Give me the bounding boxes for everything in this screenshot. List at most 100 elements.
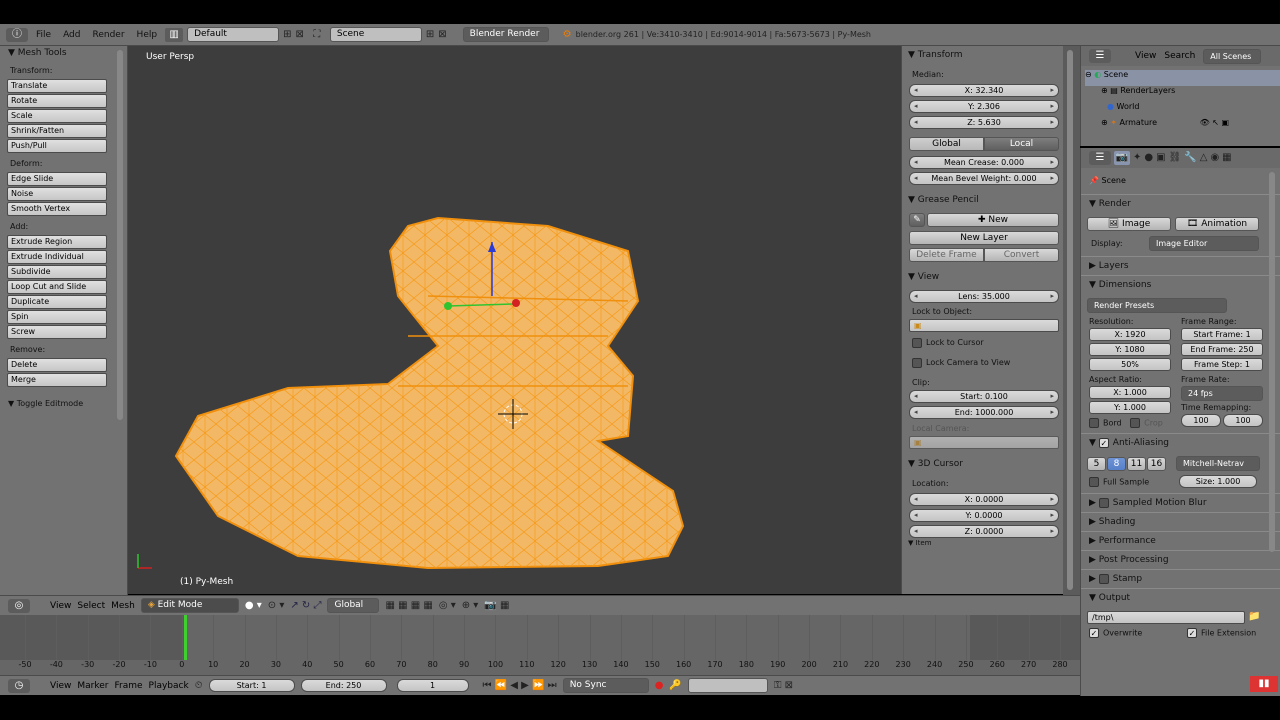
loop-cut-and-slide-button[interactable]: Loop Cut and Slide [7,280,107,294]
lens-field[interactable]: ◂ Lens: 35.000 ▸ [909,290,1059,303]
dimensions-panel-header[interactable]: ▼ Dimensions [1081,275,1280,294]
render-tab-icon[interactable]: 📷 [1114,151,1130,165]
subdivide-button[interactable]: Subdivide [7,265,107,279]
render-panel-header[interactable]: ▼ Render [1081,194,1280,213]
aa-filter-select[interactable]: Mitchell-Netrav [1176,456,1260,471]
screw-button[interactable]: Screw [7,325,107,339]
lock-object-field[interactable]: ▣ [909,319,1059,332]
timeline-editor-icon[interactable]: ◷ [8,678,30,693]
mean-bevel-field[interactable]: ◂ Mean Bevel Weight: 0.000 ▸ [909,172,1059,185]
constraints-tab-icon[interactable]: ⛓ [1169,151,1182,165]
layer-icons[interactable]: ▦ ▦ ▦ ▦ [385,599,432,613]
timeline-end-field[interactable]: End: 250 [300,679,387,692]
aa-samples-8[interactable]: 8 [1107,456,1126,471]
motion-blur-panel-header[interactable]: ▶ Sampled Motion Blur [1081,493,1280,512]
performance-panel-header[interactable]: ▶ Performance [1081,531,1280,550]
mesh-object[interactable] [128,46,901,594]
material-tab-icon[interactable]: ◉ [1210,151,1219,165]
keying-set-field[interactable] [687,678,768,693]
sync-select[interactable]: No Sync [562,678,649,693]
display-select[interactable]: Image Editor [1149,236,1259,251]
local-toggle[interactable]: Local [984,137,1059,151]
insert-key-icon[interactable]: ⚿ ⊠ [774,679,793,693]
playback-controls-icons[interactable]: ⏮ ⏪ ◀ ▶ ⏩ ⏭ [483,679,557,693]
smooth-vertex-button[interactable]: Smooth Vertex [7,202,107,216]
clip-start-field[interactable]: ◂ Start: 0.100 ▸ [909,390,1059,403]
preview-range-icon[interactable]: ⏲ [195,679,203,693]
layout-field[interactable]: Default [187,27,280,42]
remove-scene-icon[interactable]: ⊠ [438,28,446,42]
frame-rate-select[interactable]: 24 fps [1181,386,1263,401]
mesh-tools-header[interactable]: ▼ Mesh Tools [0,46,127,60]
aspect-x-field[interactable]: X: 1.000 [1089,386,1171,399]
stamp-panel-header[interactable]: ▶ Stamp [1081,569,1280,588]
manipulator-icons[interactable]: ↗ ↻ ⤢ [290,599,321,613]
delete-frame-button[interactable]: Delete Frame [909,248,984,262]
aa-samples-11[interactable]: 11 [1127,456,1146,471]
mode-select[interactable]: ◈ Edit Mode [140,598,239,613]
modifiers-tab-icon[interactable]: 🔧 [1184,151,1196,165]
playback-menu[interactable]: Playback [149,681,189,691]
display-mode-select[interactable]: All Scenes [1203,48,1262,64]
folder-icon[interactable]: 📁 [1248,610,1260,624]
mean-crease-field[interactable]: ◂ Mean Crease: 0.000 ▸ [909,156,1059,169]
overwrite-check[interactable]: ✓ Overwrite [1089,628,1177,638]
layers-panel-header[interactable]: ▶ Layers [1081,256,1280,275]
outliner-view-menu[interactable]: View [1135,51,1156,61]
merge-button[interactable]: Merge [7,373,107,387]
mesh-menu[interactable]: Mesh [111,601,135,611]
shading-icon[interactable]: ● ▾ [245,599,262,613]
outliner-item-armature[interactable]: ⊕ ✦ Armature 👁 ↖ ▣ [1085,118,1280,134]
render-animation-button[interactable]: 🎞 Animation [1175,217,1259,231]
orientation-select[interactable]: Global [327,598,380,613]
toggle-editmode-panel[interactable]: ▼ Toggle Editmode [0,397,127,410]
output-path-field[interactable]: /tmp\ [1087,610,1245,624]
outliner-item-world[interactable]: ● World [1085,102,1280,118]
remap-new-field[interactable]: 100 [1223,414,1263,427]
render-presets-select[interactable]: Render Presets [1087,298,1227,313]
shading-panel-header[interactable]: ▶ Shading [1081,512,1280,531]
push-pull-button[interactable]: Push/Pull [7,139,107,153]
object-tab-icon[interactable]: ▣ [1156,151,1165,165]
duplicate-button[interactable]: Duplicate [7,295,107,309]
current-frame-indicator[interactable] [184,615,187,660]
crop-check[interactable] [1130,418,1141,428]
scale-button[interactable]: Scale [7,109,107,123]
scene-field[interactable]: Scene [329,27,422,42]
outliner-item-renderlayers[interactable]: ⊕ ▤ RenderLayers [1085,86,1280,102]
border-check[interactable] [1089,418,1099,428]
properties-editor-icon[interactable]: ☰ [1089,151,1111,165]
toolshelf-scrollbar[interactable] [117,50,123,420]
convert-button[interactable]: Convert [984,248,1059,262]
median-z-field[interactable]: ◂ Z: 5.630 ▸ [909,116,1059,129]
pin-icon[interactable]: 📌 [1089,176,1099,185]
shrink-fatten-button[interactable]: Shrink/Fatten [7,124,107,138]
timeline-area[interactable]: -50 -40 -30 -20 -10 0 10 20 30 40 50 60 70 80 90 100 110… [0,615,1080,675]
anti-aliasing-check[interactable]: ✓ [1098,437,1109,448]
end-frame-field[interactable]: End Frame: 250 [1181,343,1263,356]
aa-samples-5[interactable]: 5 [1087,456,1106,471]
new-layer-button[interactable]: New Layer [909,231,1059,245]
median-y-field[interactable]: ◂ Y: 2.306 ▸ [909,100,1059,113]
filter-size-field[interactable]: Size: 1.000 [1179,475,1257,488]
noise-button[interactable]: Noise [7,187,107,201]
npanel-scrollbar[interactable] [1067,50,1073,590]
remap-old-field[interactable]: 100 [1181,414,1221,427]
cursor-x-field[interactable]: ◂ X: 0.0000 ▸ [909,493,1059,506]
remove-layout-icon[interactable]: ⊠ [295,28,303,42]
3d-view-editor-icon[interactable]: ◎ [8,598,30,613]
global-toggle[interactable]: Global [909,137,984,151]
median-x-field[interactable]: ◂ X: 32.340 ▸ [909,84,1059,97]
outliner-item-scene[interactable]: ⊖ ◐ Scene [1085,70,1280,86]
lock-camera-check[interactable]: Lock Camera to View [902,356,1063,370]
proportional-edit-icon[interactable]: ◎ ▾ [439,599,456,613]
resolution-x-field[interactable]: X: 1920 [1089,328,1171,341]
grease-pencil-icon[interactable]: ✎ [909,213,925,227]
scene-tab-icon[interactable]: ✦ [1133,151,1141,165]
file-extension-check[interactable]: ✓ File Extension [1187,628,1256,638]
cursor-z-field[interactable]: ◂ Z: 0.0000 ▸ [909,525,1059,538]
extrude-region-button[interactable]: Extrude Region [7,235,107,249]
local-camera-field[interactable]: ▣ [909,436,1059,449]
visibility-icon[interactable]: 👁 ↖ ▣ [1200,118,1230,127]
grease-pencil-header[interactable]: ▼ Grease Pencil [902,191,1063,209]
